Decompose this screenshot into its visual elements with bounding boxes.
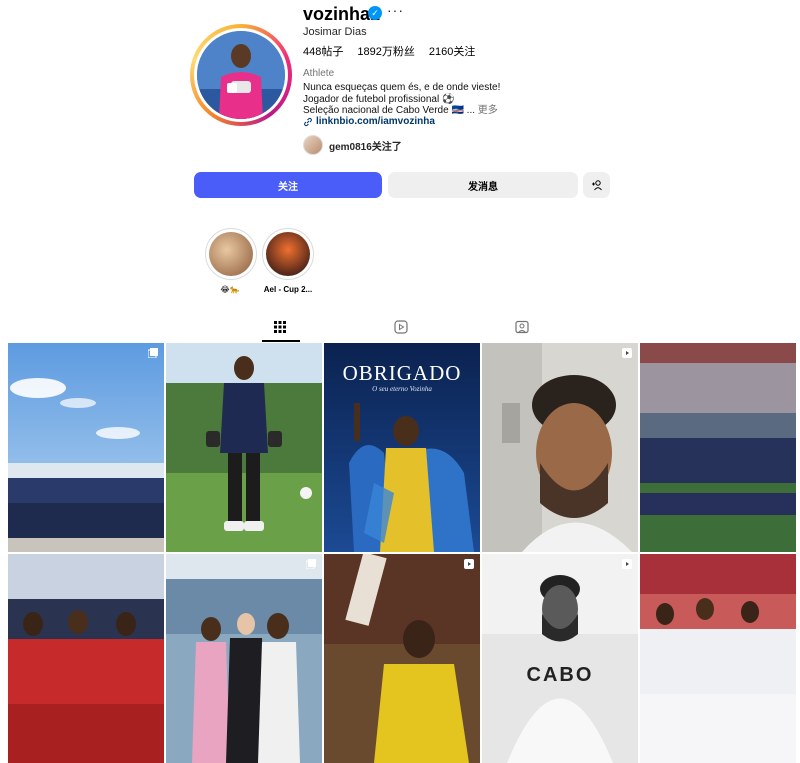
avatar-photo — [197, 31, 285, 119]
follow-button[interactable]: 关注 — [194, 172, 382, 198]
suggest-users-button[interactable] — [583, 172, 610, 198]
profile-link-text[interactable]: linknbio.com/iamvozinha — [316, 116, 435, 127]
post-image — [640, 343, 796, 552]
follower-avatar[interactable] — [303, 135, 323, 155]
bio-line: Jogador de futebol profissional ⚽ — [303, 93, 455, 105]
carousel-icon — [306, 559, 316, 569]
highlight-label: 😂🐆 — [220, 285, 240, 294]
grid-post[interactable] — [166, 554, 322, 763]
followed-by-text: gem0816关注了 — [329, 141, 402, 153]
bio-line-last: Seleção nacional de Cabo Verde 🇨🇻 ... 更多 — [303, 105, 500, 117]
reels-icon — [394, 320, 408, 334]
tab-reels[interactable] — [394, 320, 410, 336]
highlight-cover — [266, 232, 310, 276]
grid-post[interactable] — [482, 343, 638, 552]
add-person-icon — [591, 180, 602, 191]
tagged-icon — [515, 320, 529, 334]
message-button[interactable]: 发消息 — [388, 172, 578, 198]
post-image — [482, 343, 638, 552]
tab-posts[interactable] — [273, 320, 289, 336]
post-image — [324, 554, 480, 763]
post-image — [166, 343, 322, 552]
profile-stats: 448帖子 1892万粉丝 2160关注 — [303, 43, 475, 59]
grid-post[interactable] — [8, 554, 164, 763]
profile-link[interactable]: linknbio.com/iamvozinha — [303, 116, 435, 127]
grid-post[interactable] — [8, 343, 164, 552]
grid-post[interactable] — [166, 343, 322, 552]
followers-count[interactable]: 1892万粉丝 — [357, 43, 414, 59]
grid-post[interactable]: CABO — [482, 554, 638, 763]
link-icon — [304, 117, 312, 126]
story-highlight[interactable]: 😂🐆 — [205, 228, 257, 294]
grid-post[interactable]: OBRIGADO O seu eterno Vozinha — [324, 343, 480, 552]
profile-category: Athlete — [303, 68, 335, 79]
active-tab-indicator — [262, 340, 300, 342]
profile-full-name: Josimar Dias — [303, 26, 367, 38]
avatar-illustration — [197, 31, 285, 119]
poster-title: OBRIGADO — [342, 361, 462, 385]
posts-count[interactable]: 448帖子 — [303, 43, 343, 59]
avatar-inner — [194, 28, 288, 122]
bio-more-link[interactable]: 更多 — [478, 105, 498, 116]
grid-icon — [274, 321, 286, 333]
posts-grid: OBRIGADO O seu eterno Vozinha CABO — [8, 343, 796, 763]
highlight-ring — [262, 228, 314, 280]
profile-avatar[interactable] — [190, 24, 292, 126]
post-image — [8, 343, 164, 552]
post-image — [166, 554, 322, 763]
reel-icon — [464, 559, 474, 569]
grid-post[interactable] — [640, 343, 796, 552]
grid-post[interactable] — [324, 554, 480, 763]
post-image — [8, 554, 164, 763]
post-image — [640, 554, 796, 763]
bio-line: Nunca esqueças quem és, e de onde vieste… — [303, 82, 501, 93]
verified-badge-icon: ✓ — [368, 6, 382, 20]
bio-line: Seleção nacional de Cabo Verde 🇨🇻 ... — [303, 105, 476, 116]
grid-post[interactable] — [640, 554, 796, 763]
post-image — [482, 554, 638, 763]
poster-subtitle: O seu eterno Vozinha — [372, 385, 432, 393]
highlight-label: Ael - Cup 2... — [263, 285, 313, 294]
following-count[interactable]: 2160关注 — [429, 43, 475, 59]
carousel-icon — [148, 348, 158, 358]
reel-icon — [622, 348, 632, 358]
shirt-text: CABO — [526, 664, 594, 686]
followed-by[interactable]: gem0816关注了 — [303, 135, 402, 155]
reel-icon — [622, 559, 632, 569]
options-icon[interactable]: ··· — [387, 2, 404, 18]
highlight-cover — [209, 232, 253, 276]
story-highlight[interactable]: Ael - Cup 2... — [262, 228, 314, 294]
highlight-ring — [205, 228, 257, 280]
profile-bio: Nunca esqueças quem és, e de onde vieste… — [303, 82, 500, 117]
tab-tagged[interactable] — [515, 320, 531, 336]
